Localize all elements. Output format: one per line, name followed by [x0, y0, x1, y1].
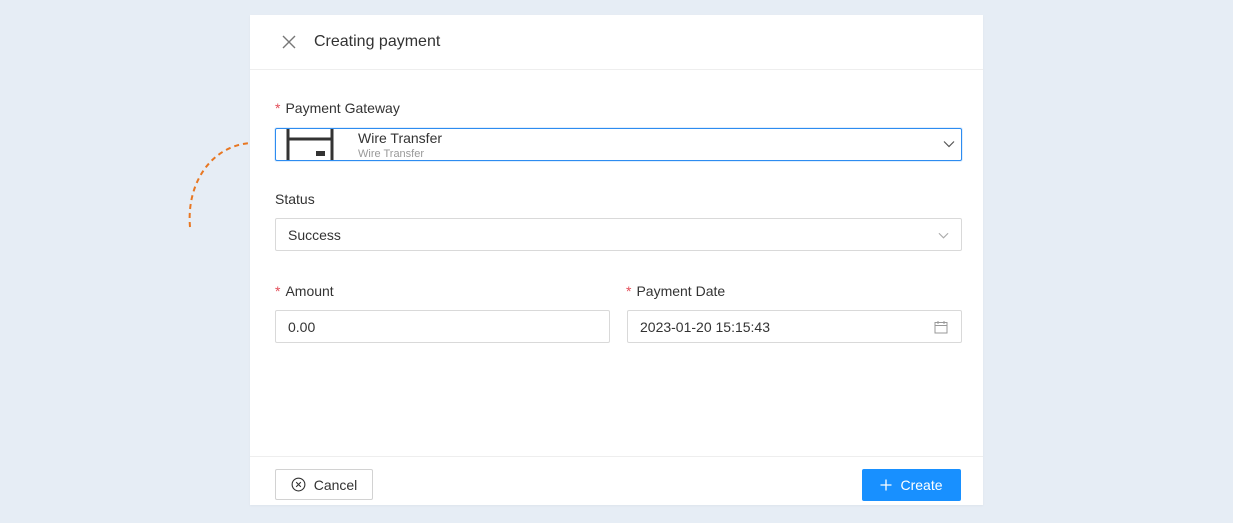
amount-input[interactable]: 0.00 — [275, 310, 610, 343]
chevron-down-icon — [943, 141, 955, 148]
status-value: Success — [288, 226, 341, 243]
modal-header: Creating payment — [250, 15, 983, 70]
amount-label: * Amount — [275, 283, 334, 299]
payment-gateway-label-text: Payment Gateway — [285, 100, 400, 116]
close-icon — [282, 35, 296, 49]
create-button-label: Create — [900, 477, 943, 493]
payment-date-value: 2023-01-20 15:15:43 — [640, 318, 770, 335]
required-mark: * — [275, 100, 281, 116]
payment-gateway-label: * Payment Gateway — [275, 100, 400, 116]
close-circle-icon — [291, 477, 306, 492]
amount-value: 0.00 — [288, 318, 316, 335]
payment-gateway-select[interactable]: Wire Transfer Wire Transfer — [275, 128, 962, 161]
status-select[interactable]: Success — [275, 218, 962, 251]
create-button[interactable]: Create — [862, 469, 961, 501]
create-payment-modal: Creating payment * Payment Gateway Wire T… — [250, 15, 983, 505]
modal-footer: Cancel Create — [250, 456, 983, 506]
wire-transfer-icon — [286, 129, 334, 160]
chevron-down-icon — [938, 232, 949, 239]
status-label: Status — [275, 191, 315, 207]
amount-label-text: Amount — [285, 283, 334, 299]
calendar-icon[interactable] — [934, 320, 948, 334]
cancel-button-label: Cancel — [313, 476, 358, 493]
modal-title: Creating payment — [314, 33, 441, 50]
cancel-button[interactable]: Cancel — [275, 469, 373, 500]
plus-icon — [880, 479, 892, 491]
selected-gateway-subtitle: Wire Transfer — [358, 148, 425, 160]
required-mark: * — [626, 283, 632, 299]
required-mark: * — [275, 283, 281, 299]
payment-date-input[interactable]: 2023-01-20 15:15:43 — [627, 310, 962, 343]
close-button[interactable] — [279, 32, 299, 52]
payment-date-label-text: Payment Date — [636, 283, 726, 299]
selected-gateway: Wire Transfer Wire Transfer — [358, 130, 443, 160]
payment-date-label: * Payment Date — [626, 283, 725, 299]
selected-gateway-name: Wire Transfer — [358, 130, 443, 146]
